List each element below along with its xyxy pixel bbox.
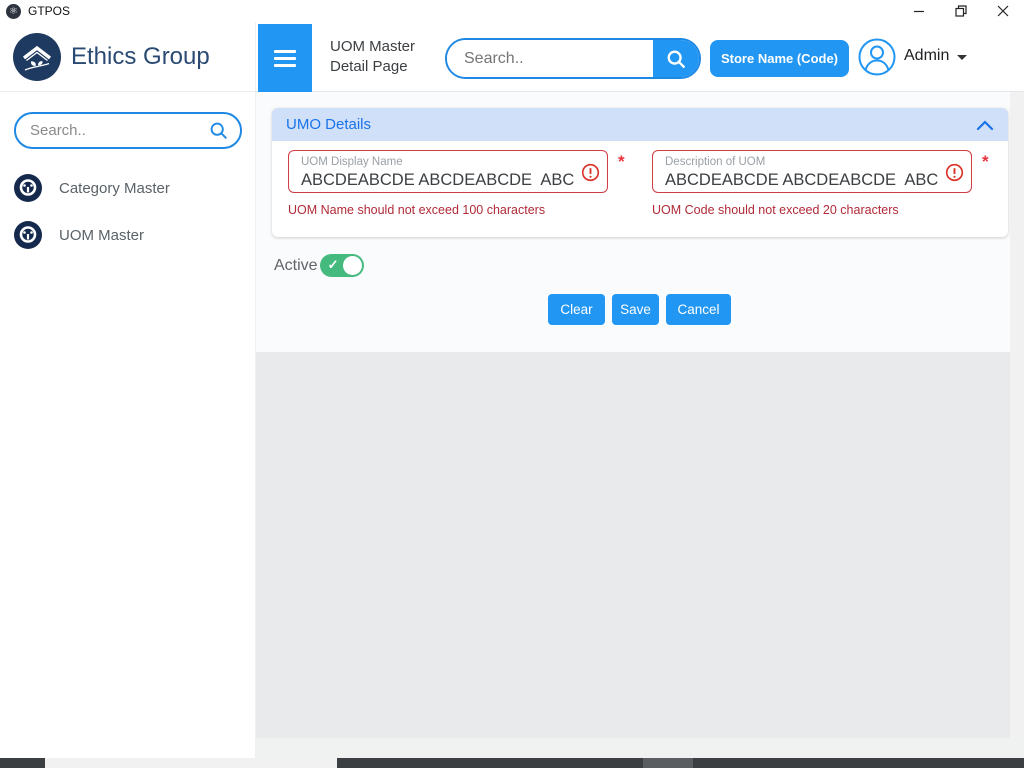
chevron-up-icon[interactable] bbox=[976, 119, 994, 131]
check-icon: ✓ bbox=[328, 257, 339, 273]
vertical-scrollbar[interactable] bbox=[1010, 92, 1024, 738]
active-row: Active ✓ bbox=[274, 254, 364, 277]
sidebar-item-label: UOM Master bbox=[59, 227, 144, 244]
required-mark: * bbox=[618, 152, 625, 172]
brand-row: Ethics Group bbox=[0, 22, 256, 92]
field-value: ABCDEABCDE ABCDEABCDE ABCDEA bbox=[301, 171, 574, 190]
sidebar-search-input[interactable] bbox=[30, 122, 209, 139]
user-name: Admin bbox=[904, 47, 949, 65]
save-button[interactable]: Save bbox=[612, 294, 659, 325]
window-controls bbox=[898, 0, 1024, 22]
user-menu[interactable]: Admin bbox=[904, 47, 967, 65]
horizontal-scrollbar-thumb[interactable] bbox=[643, 758, 693, 768]
horizontal-scrollbar-track bbox=[45, 758, 337, 768]
content-footer bbox=[256, 738, 1024, 758]
uom-description-group: Description of UOM ABCDEABCDE ABCDEABCDE… bbox=[652, 150, 998, 193]
panel-title: UMO Details bbox=[286, 116, 371, 133]
field-label: UOM Display Name bbox=[301, 156, 403, 168]
cancel-button[interactable]: Cancel bbox=[666, 294, 731, 325]
field-label: Description of UOM bbox=[665, 156, 765, 168]
close-icon bbox=[997, 5, 1009, 17]
panel-body: UOM Display Name ABCDEABCDE ABCDEABCDE A… bbox=[272, 141, 1008, 237]
restore-button[interactable] bbox=[940, 0, 982, 22]
user-avatar[interactable] bbox=[858, 38, 896, 76]
app-title: GTPOS bbox=[28, 4, 70, 18]
store-name-button[interactable]: Store Name (Code) bbox=[710, 40, 849, 77]
user-icon bbox=[858, 38, 896, 76]
brand-name: Ethics Group bbox=[71, 43, 210, 71]
content-area-lower bbox=[256, 352, 1010, 738]
field-error-message: UOM Code should not exceed 20 characters bbox=[652, 203, 899, 217]
minimize-button[interactable] bbox=[898, 0, 940, 22]
restore-icon bbox=[955, 5, 967, 17]
close-button[interactable] bbox=[982, 0, 1024, 22]
active-toggle[interactable]: ✓ bbox=[320, 254, 364, 277]
field-value: ABCDEABCDE ABCDEABCDE ABCDEA bbox=[665, 171, 938, 190]
sidebar-item-uom-master[interactable]: UOM Master bbox=[14, 221, 144, 249]
hamburger-menu-button[interactable] bbox=[258, 24, 312, 92]
umo-details-panel: UMO Details UOM Display Name ABCDEABCDE … bbox=[272, 108, 1008, 237]
search-icon bbox=[666, 49, 686, 69]
search-icon bbox=[209, 121, 228, 140]
error-icon bbox=[581, 163, 600, 182]
uom-display-name-input[interactable]: UOM Display Name ABCDEABCDE ABCDEABCDE A… bbox=[288, 150, 608, 193]
sidebar: Ethics Group Category Master UOM Master bbox=[0, 22, 256, 758]
error-icon bbox=[945, 163, 964, 182]
header: UOM Master Detail Page Store Name (Code)… bbox=[256, 22, 1024, 92]
header-search-button[interactable] bbox=[653, 40, 699, 77]
menu-icon bbox=[274, 50, 296, 53]
sidebar-search[interactable] bbox=[14, 112, 242, 149]
app-icon: ⚛ bbox=[6, 4, 21, 19]
clear-button[interactable]: Clear bbox=[548, 294, 605, 325]
sidebar-item-category-master[interactable]: Category Master bbox=[14, 174, 170, 202]
gauge-icon bbox=[14, 221, 42, 249]
minimize-icon bbox=[913, 5, 925, 17]
gauge-icon bbox=[14, 174, 42, 202]
header-search[interactable] bbox=[445, 38, 701, 79]
active-label: Active bbox=[274, 257, 318, 275]
window-titlebar: ⚛ GTPOS bbox=[0, 0, 1024, 22]
caret-down-icon bbox=[957, 55, 967, 60]
toggle-knob bbox=[343, 256, 362, 275]
horizontal-scrollbar[interactable] bbox=[0, 758, 1024, 768]
page-title: UOM Master Detail Page bbox=[330, 37, 415, 77]
panel-header[interactable]: UMO Details bbox=[272, 108, 1008, 141]
uom-description-input[interactable]: Description of UOM ABCDEABCDE ABCDEABCDE… bbox=[652, 150, 972, 193]
sidebar-item-label: Category Master bbox=[59, 180, 170, 197]
required-mark: * bbox=[982, 152, 989, 172]
field-error-message: UOM Name should not exceed 100 character… bbox=[288, 203, 545, 217]
uom-display-name-group: UOM Display Name ABCDEABCDE ABCDEABCDE A… bbox=[288, 150, 634, 193]
brand-logo-icon bbox=[13, 33, 61, 81]
header-search-input[interactable] bbox=[447, 40, 653, 77]
